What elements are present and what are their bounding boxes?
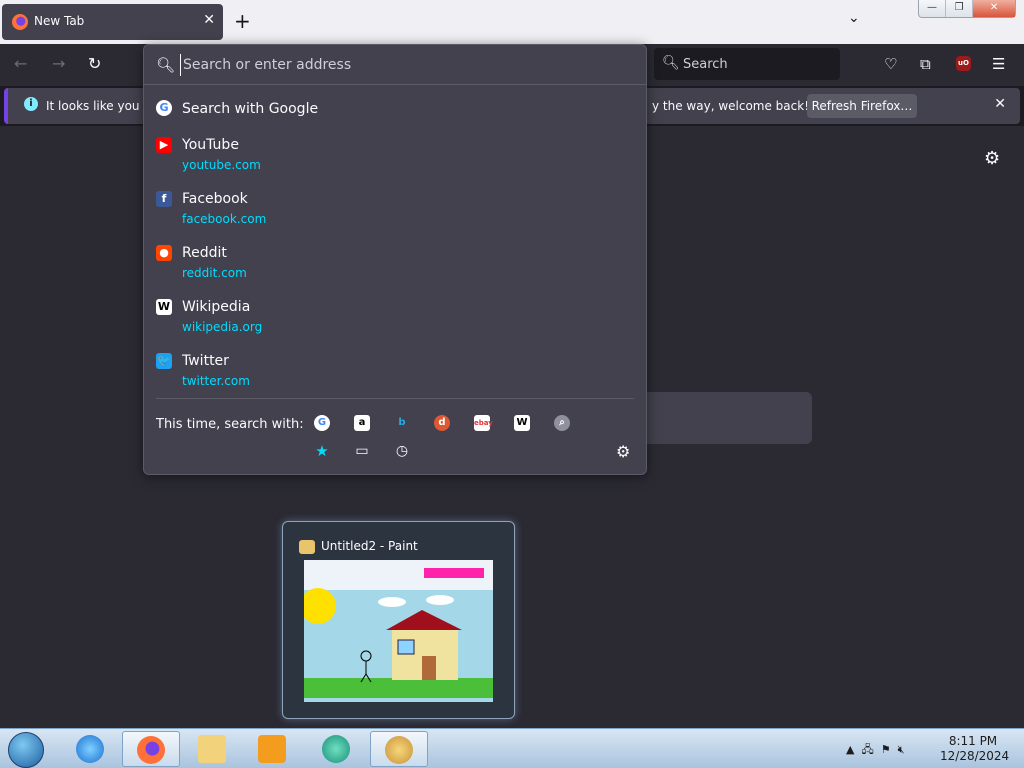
google-icon[interactable]: G [314, 415, 330, 431]
taskbar-firefox[interactable] [122, 731, 180, 767]
search-settings-icon[interactable]: ⚙ [616, 442, 630, 461]
menu-icon[interactable]: ☰ [992, 55, 1005, 73]
tab-title: New Tab [34, 14, 85, 28]
taskbar-thumbnail-preview[interactable]: Untitled2 - Paint [282, 521, 515, 719]
back-arrow-icon[interactable]: ← [14, 54, 27, 73]
info-icon: i [24, 97, 38, 111]
taskbar-paint[interactable] [370, 731, 428, 767]
address-bar-dropdown: 🔍︎ G Search with Google ▶ YouTube youtube.… [143, 44, 647, 475]
clock-time: 8:11 PM [948, 734, 998, 748]
start-button[interactable] [8, 732, 44, 768]
taskbar-internet-explorer[interactable] [62, 731, 120, 767]
suggestion-label: Wikipedia [182, 299, 251, 315]
ublock-origin-icon[interactable]: uO [956, 56, 971, 71]
tabs-icon[interactable]: ▭ [354, 443, 370, 459]
tab-new-tab[interactable]: New Tab ✕ [2, 4, 223, 40]
extensions-icon[interactable]: ⧉ [920, 55, 931, 73]
clock-date: 12/28/2024 [940, 749, 1010, 763]
facebook-icon: f [156, 191, 172, 207]
suggestion-row[interactable]: W Wikipedia wikipedia.org [144, 295, 646, 341]
suggestion-url[interactable]: reddit.com [182, 266, 247, 280]
close-tab-icon[interactable]: ✕ [203, 12, 215, 28]
youtube-icon: ▶ [156, 137, 172, 153]
taskbar-media-player[interactable] [244, 731, 302, 767]
file-explorer-icon [198, 735, 226, 763]
search-bar-placeholder: Search [683, 57, 728, 72]
search-bar[interactable]: 🔍︎ Search [654, 48, 840, 80]
reload-icon[interactable]: ↻ [88, 54, 101, 73]
amazon-icon[interactable]: a [354, 415, 370, 431]
system-tray-icons[interactable]: ▲ 🖧 ⚑ 🔇︎ [846, 741, 905, 760]
suggestion-row[interactable]: ▶ YouTube youtube.com [144, 133, 646, 179]
bing-icon[interactable]: b [394, 415, 410, 431]
firefox-icon [12, 14, 28, 30]
address-bar: 🔍︎ [144, 45, 646, 85]
suggestion-row[interactable]: f Facebook facebook.com [144, 187, 646, 233]
taskbar-windows-live[interactable] [308, 731, 366, 767]
list-all-tabs-icon[interactable]: ⌄ [848, 10, 860, 26]
wikipedia-icon[interactable]: W [514, 415, 530, 431]
tab-strip: New Tab ✕ + ⌄ — ❐ ✕ [0, 0, 1024, 44]
suggestion-url[interactable]: twitter.com [182, 374, 250, 388]
suggestion-label: Facebook [182, 191, 248, 207]
suggestion-label: YouTube [182, 137, 239, 153]
forward-arrow-icon[interactable]: → [52, 54, 65, 73]
bookmarks-icon[interactable]: ★ [314, 443, 330, 459]
new-tab-settings-icon[interactable]: ⚙ [984, 148, 1000, 169]
windows-taskbar: ▲ 🖧 ⚑ 🔇︎ 8:11 PM 12/28/2024 [0, 728, 1024, 768]
search-with-label: This time, search with: [156, 417, 304, 432]
close-window-button[interactable]: ✕ [973, 0, 1015, 17]
wikipedia-icon: W [156, 299, 172, 315]
twitter-icon: 🐦 [156, 353, 172, 369]
divider [156, 398, 634, 399]
suggestion-url[interactable]: facebook.com [182, 212, 266, 226]
taskbar-file-explorer[interactable] [184, 731, 242, 767]
notification-text-start: It looks like you ha [46, 99, 159, 113]
search-icon: 🔍︎ [662, 55, 680, 71]
paint-icon [299, 540, 315, 554]
suggestion-row[interactable]: ● Reddit reddit.com [144, 241, 646, 287]
new-tab-button[interactable]: + [234, 10, 251, 32]
google-icon: G [156, 100, 172, 116]
paint-drawing-preview [304, 560, 493, 702]
search-icon: 🔍︎ [156, 56, 176, 74]
preview-title: Untitled2 - Paint [321, 539, 418, 553]
notification-text-end: y the way, welcome back! [652, 99, 810, 113]
media-player-icon [258, 735, 286, 763]
close-notification-icon[interactable]: ✕ [994, 96, 1006, 112]
maximize-button[interactable]: ❐ [946, 0, 974, 17]
history-icon[interactable]: ◷ [394, 443, 410, 459]
windows-live-icon [322, 735, 350, 763]
suggestion-label: Twitter [182, 353, 229, 369]
address-input[interactable] [180, 54, 620, 76]
reddit-icon: ● [156, 245, 172, 261]
firefox-icon [137, 736, 165, 764]
suggestion-url[interactable]: wikipedia.org [182, 320, 262, 334]
minimize-button[interactable]: — [919, 0, 947, 17]
duckduckgo-icon[interactable]: d [434, 415, 450, 431]
search-with-google-row[interactable]: G Search with Google [144, 97, 646, 121]
search-icon[interactable]: ⌕ [554, 415, 570, 431]
paint-window-preview [304, 560, 493, 702]
system-clock[interactable]: 8:11 PM 12/28/2024 [940, 734, 1010, 764]
suggestion-row[interactable]: 🐦 Twitter twitter.com [144, 349, 646, 395]
window-controls: — ❐ ✕ [918, 0, 1016, 18]
pocket-icon[interactable]: ♡ [884, 55, 897, 73]
suggestion-url[interactable]: youtube.com [182, 158, 261, 172]
ebay-icon[interactable]: ebay [474, 415, 493, 431]
refresh-firefox-button[interactable]: Refresh Firefox… [807, 94, 917, 118]
search-with-google-label: Search with Google [182, 101, 319, 117]
suggestion-label: Reddit [182, 245, 227, 261]
paint-icon [385, 736, 413, 764]
new-tab-search-card [630, 392, 812, 444]
internet-explorer-icon [76, 735, 104, 763]
